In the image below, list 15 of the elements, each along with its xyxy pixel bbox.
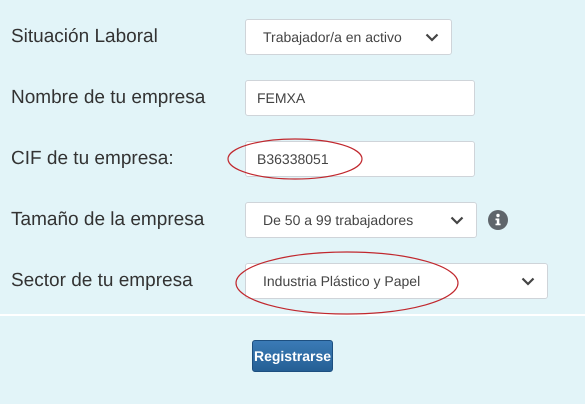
- dropdown[interactable]: Trabajador/a en activo: [245, 19, 452, 55]
- chevron-down-icon: [450, 216, 464, 224]
- register-button[interactable]: Registrarse: [252, 340, 333, 372]
- chevron-down-icon: [521, 276, 535, 286]
- input-field[interactable]: B36338051: [245, 141, 475, 177]
- dropdown[interactable]: Industria Plástico y Papel: [245, 263, 548, 299]
- field-label: Nombre de tu empresa: [10, 87, 206, 109]
- input-field[interactable]: FEMXA: [245, 80, 475, 116]
- field-label: Situación Laboral: [10, 26, 159, 48]
- dropdown[interactable]: De 50 a 99 trabajadores: [245, 202, 477, 238]
- field-label: CIF de tu empresa:: [10, 148, 175, 170]
- field-label: Sector de tu empresa: [10, 270, 194, 292]
- chevron-down-icon: [425, 32, 439, 42]
- field-label: Tamaño de la empresa: [10, 209, 206, 231]
- info-icon[interactable]: [488, 210, 508, 230]
